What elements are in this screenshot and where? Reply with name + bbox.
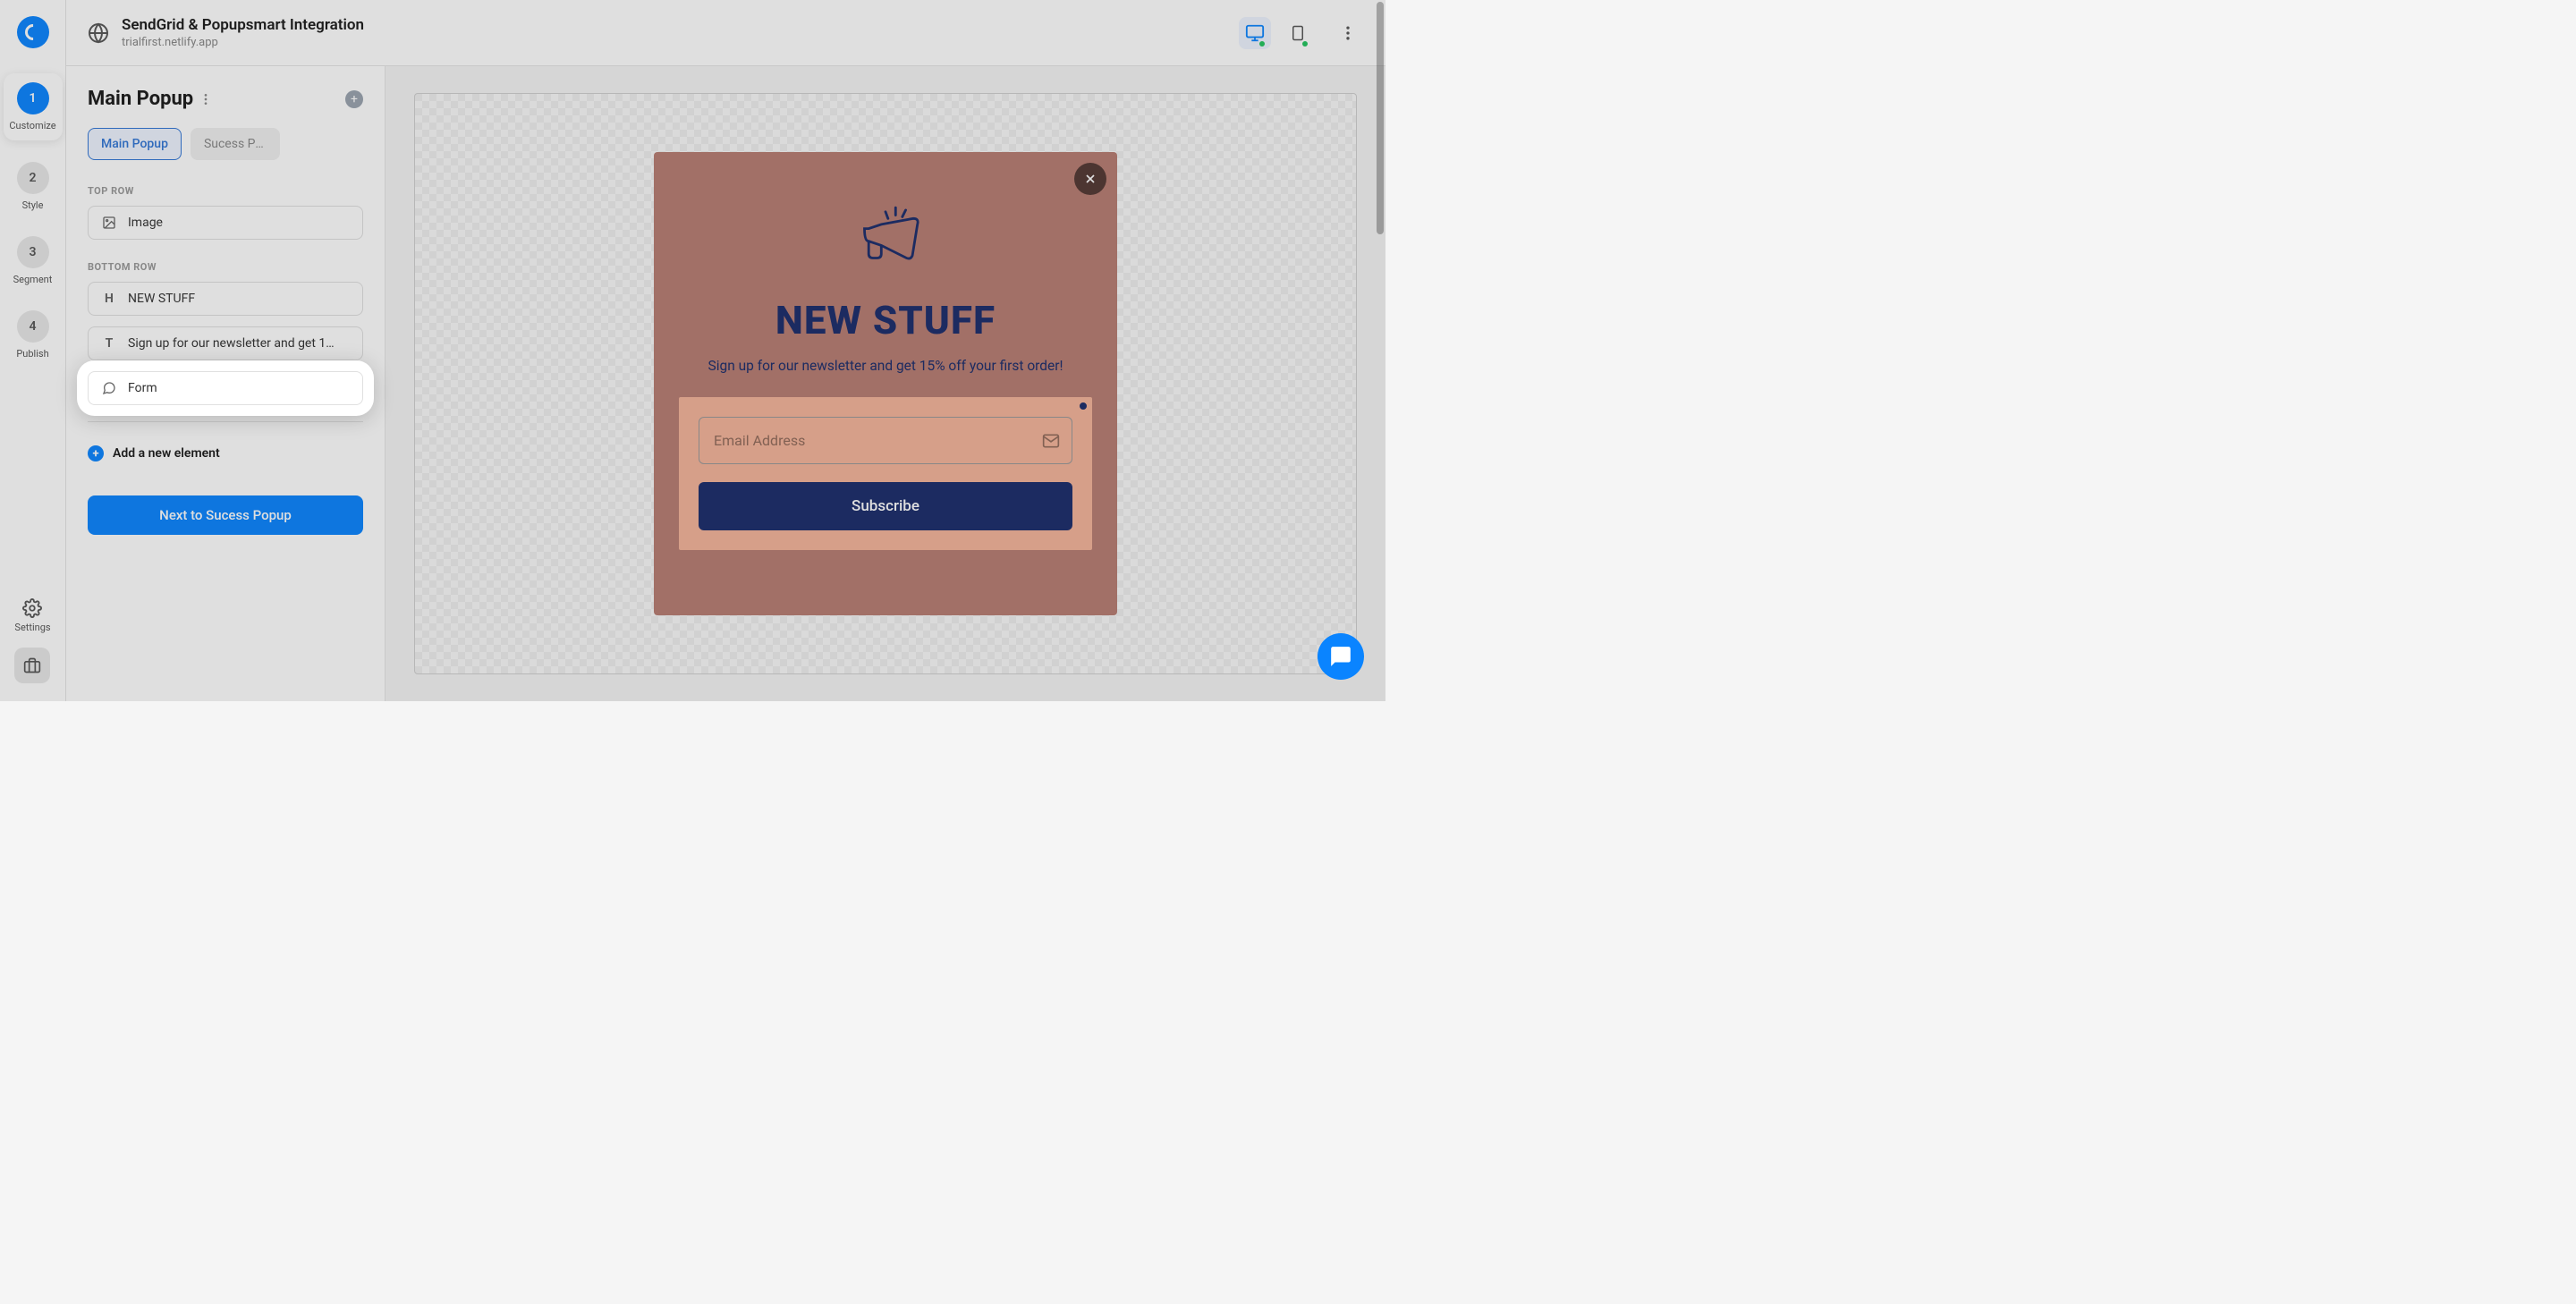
app-logo[interactable]: [17, 16, 49, 48]
popup-close-button[interactable]: [1074, 163, 1106, 195]
gear-icon: [22, 598, 42, 618]
step-number: 3: [17, 236, 49, 268]
step-label: Customize: [9, 120, 55, 131]
chat-icon: [1329, 645, 1352, 668]
popup-subtext: Sign up for our newsletter and get 15% o…: [708, 354, 1063, 377]
step-label: Segment: [13, 274, 53, 285]
popup-preview[interactable]: NEW STUFF Sign up for our newsletter and…: [654, 152, 1117, 615]
element-label: NEW STUFF: [128, 292, 195, 306]
step-segment[interactable]: 3 Segment: [0, 233, 65, 289]
text-icon: T: [101, 336, 117, 351]
section-bottom-row-label: BOTTOM ROW: [88, 261, 363, 273]
canvas-frame: NEW STUFF Sign up for our newsletter and…: [414, 93, 1357, 674]
chat-support-button[interactable]: [1318, 633, 1364, 680]
desktop-icon: [1245, 23, 1265, 43]
customize-panel: Main Popup + Main Popup Sucess Pop… TOP …: [66, 66, 386, 701]
scrollbar[interactable]: [1375, 0, 1385, 701]
page-title: SendGrid & Popupsmart Integration: [122, 16, 899, 34]
next-button[interactable]: Next to Sucess Popup: [88, 495, 363, 535]
page-domain: trialfirst.netlify.app: [122, 36, 899, 49]
step-label: Style: [22, 199, 44, 211]
plus-icon: +: [88, 445, 104, 461]
tab-main-popup[interactable]: Main Popup: [88, 128, 182, 160]
step-number: 1: [17, 82, 49, 114]
settings-button[interactable]: Settings: [14, 598, 50, 633]
popup-headline: NEW STUFF: [775, 297, 996, 343]
divider: [88, 421, 363, 422]
step-number: 2: [17, 162, 49, 194]
briefcase-icon: [23, 656, 41, 674]
element-label: Form: [128, 381, 157, 395]
more-vertical-icon: [1339, 24, 1357, 42]
settings-label: Settings: [14, 622, 50, 633]
step-style[interactable]: 2 Style: [0, 158, 65, 215]
step-customize[interactable]: 1 Customize: [4, 73, 63, 140]
more-menu-button[interactable]: [1332, 17, 1364, 49]
step-label: Publish: [16, 348, 48, 360]
preview-canvas: NEW STUFF Sign up for our newsletter and…: [386, 66, 1385, 701]
mobile-view-button[interactable]: [1282, 17, 1314, 49]
element-label: Image: [128, 216, 163, 230]
tab-success-popup[interactable]: Sucess Pop…: [191, 128, 280, 160]
top-bar: SendGrid & Popupsmart Integration trialf…: [66, 0, 1385, 66]
section-top-row-label: TOP ROW: [88, 185, 363, 197]
element-text[interactable]: T Sign up for our newsletter and get 1…: [88, 326, 363, 360]
add-element-button[interactable]: + Add a new element: [88, 438, 363, 469]
popup-form-section[interactable]: Subscribe: [679, 397, 1092, 550]
element-image[interactable]: Image: [88, 206, 363, 240]
megaphone-icon: [843, 195, 928, 279]
status-dot: [1259, 41, 1265, 47]
element-heading[interactable]: H NEW STUFF: [88, 282, 363, 316]
mail-icon: [1042, 432, 1060, 450]
mobile-icon: [1290, 23, 1306, 43]
step-publish[interactable]: 4 Publish: [0, 307, 65, 363]
briefcase-button[interactable]: [14, 648, 50, 683]
desktop-view-button[interactable]: [1239, 17, 1271, 49]
more-vertical-icon[interactable]: [199, 92, 213, 106]
logo-icon: [21, 21, 44, 43]
status-dot: [1302, 41, 1308, 47]
globe-icon: [88, 22, 109, 44]
email-input[interactable]: [699, 417, 1072, 464]
add-element-label: Add a new element: [113, 446, 220, 461]
subscribe-button[interactable]: Subscribe: [699, 482, 1072, 530]
panel-title: Main Popup: [88, 88, 193, 110]
form-icon: [101, 381, 117, 395]
element-label: Sign up for our newsletter and get 1…: [128, 336, 335, 351]
popup-tabs: Main Popup Sucess Pop…: [88, 128, 363, 160]
step-number: 4: [17, 310, 49, 343]
heading-icon: H: [101, 292, 117, 306]
image-icon: [101, 216, 117, 230]
element-form[interactable]: Form: [88, 371, 363, 405]
add-popup-button[interactable]: +: [345, 90, 363, 108]
left-rail: 1 Customize 2 Style 3 Segment 4 Publish …: [0, 0, 66, 701]
selection-indicator: [1078, 401, 1089, 411]
scrollbar-thumb[interactable]: [1377, 2, 1384, 234]
close-icon: [1083, 172, 1097, 186]
